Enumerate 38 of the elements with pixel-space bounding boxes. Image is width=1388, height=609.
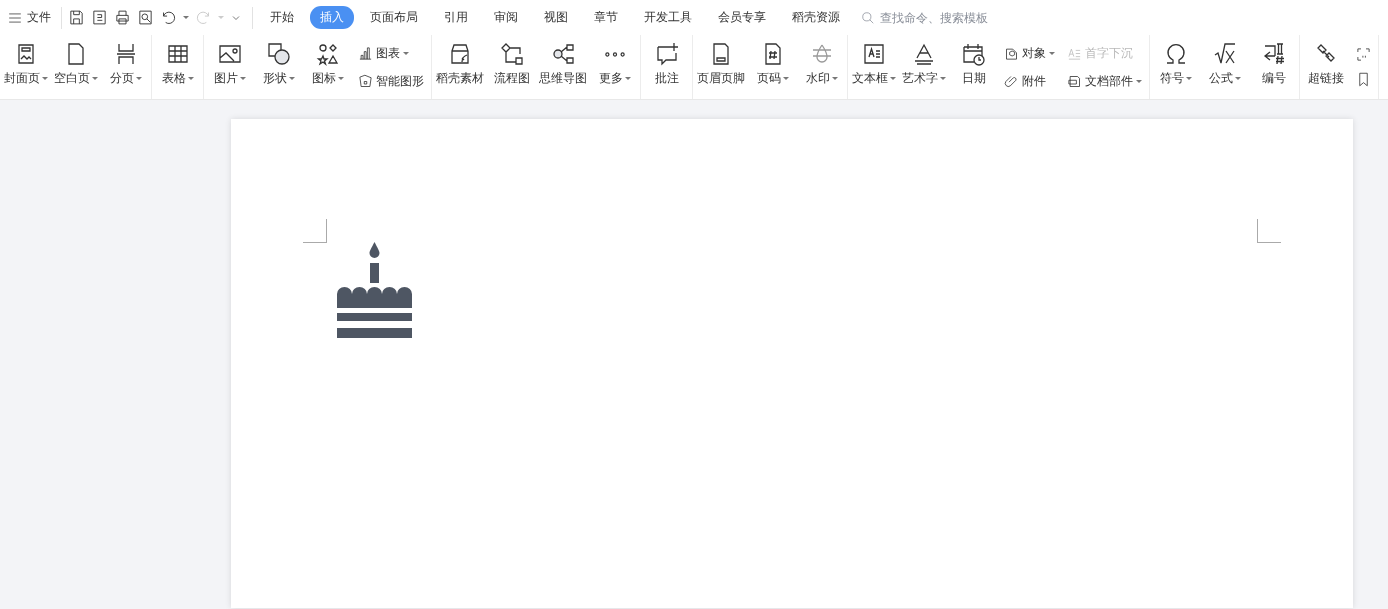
ribbon-button[interactable]: 图标 [303,35,352,99]
ribbon-button[interactable]: 表格 [153,35,202,99]
ribbon-tab[interactable]: 引用 [434,6,478,29]
ribbon-tab[interactable]: 页面布局 [360,6,428,29]
ribbon-button[interactable]: 文本框 [849,35,899,99]
ribbon-button[interactable]: 更多 [590,35,639,99]
ribbon-tab[interactable]: 章节 [584,6,628,29]
ribbon-button[interactable]: 编号 [1249,35,1298,99]
ribbon-tab[interactable]: 开始 [260,6,304,29]
ribbon-small-button[interactable]: 智能图形 [358,71,424,91]
ribbon-tab[interactable]: 稻壳资源 [782,6,850,29]
ribbon-button[interactable]: 超链接 [1301,35,1350,99]
ribbon-button[interactable]: 水印 [797,35,846,99]
ribbon-button[interactable]: 流程图 [487,35,536,99]
ribbon-button[interactable]: 日期 [949,35,998,99]
ribbon-button[interactable]: 分页 [101,35,150,99]
ribbon-button[interactable]: 艺术字 [899,35,949,99]
ribbon-button[interactable]: 形状 [254,35,303,99]
ribbon-button[interactable]: 空白页 [51,35,101,99]
ribbon-tab[interactable]: 开发工具 [634,6,702,29]
ribbon-small-button[interactable]: 附件 [1004,71,1055,91]
ribbon-button[interactable]: 封面页 [1,35,51,99]
ribbon-button[interactable]: 图片 [205,35,254,99]
ribbon-button[interactable]: 符号 [1151,35,1200,99]
ribbon-tab[interactable]: 会员专享 [708,6,776,29]
ribbon-button[interactable]: 稻壳素材 [433,35,487,99]
ribbon-tab[interactable]: 审阅 [484,6,528,29]
ribbon-small-button[interactable]: 文档部件 [1067,71,1142,91]
ribbon-tab[interactable]: 视图 [534,6,578,29]
ribbon-small-button[interactable]: 图表 [358,43,424,63]
ribbon-small-button[interactable]: 对象 [1004,43,1055,63]
ribbon-button[interactable]: 批注 [642,35,691,99]
ribbon-button[interactable]: 思维导图 [536,35,590,99]
ribbon-button[interactable]: 页眉页脚 [694,35,748,99]
search-field[interactable]: 查找命令、搜索模板 [861,9,1018,26]
file-menu-button[interactable]: 文件 [8,9,57,26]
ribbon-button[interactable]: 页码 [748,35,797,99]
ribbon-button[interactable]: 公式 [1200,35,1249,99]
